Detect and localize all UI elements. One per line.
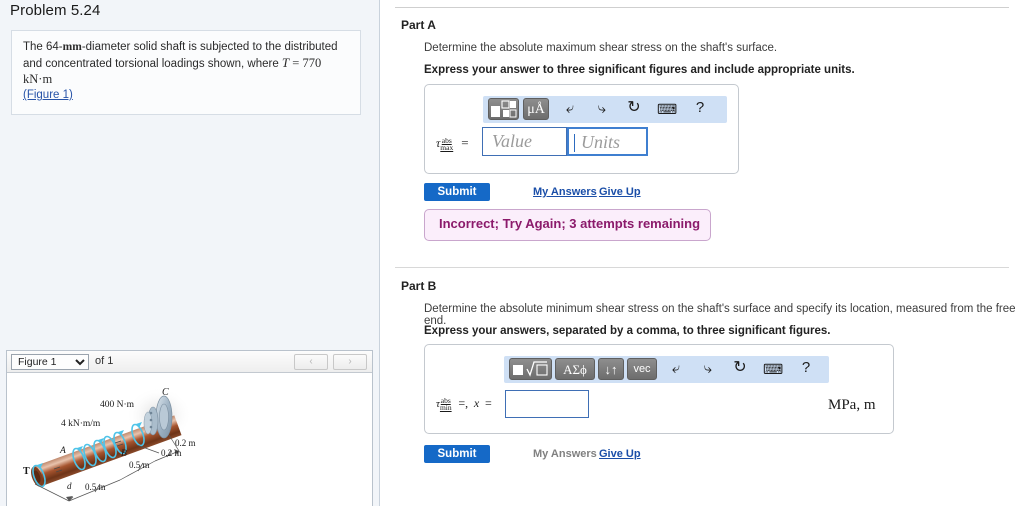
label-dim-02a: 0.2 m — [175, 438, 196, 448]
equals-sign: = — [461, 135, 469, 150]
figure-panel: Figure 1 of 1 ‹ › 400 N·m 4 kN·m/m C A B… — [6, 350, 373, 506]
undo-icon[interactable]: ⤶ — [667, 360, 685, 378]
figure-next-button[interactable]: › — [333, 354, 367, 370]
chevron-left-icon: ‹ — [309, 356, 313, 367]
left-panel: Problem 5.24 The 64-mm-diameter solid sh… — [0, 0, 380, 506]
problem-text-mm: mm — [62, 41, 82, 53]
part-b-label: Part B — [401, 279, 437, 293]
label-dim-05a: 0.5 m — [129, 460, 150, 470]
page-title: Problem 5.24 — [10, 2, 101, 19]
arrows-icon[interactable]: ↓↑ — [598, 358, 624, 380]
part-b-answer-box: ΑΣϕ ↓↑ vec ⤶ ⤷ ↻ ⌨ ? τabs min =, x = MPa… — [424, 344, 894, 434]
problem-text-part1: The 64- — [23, 41, 63, 53]
units-icon[interactable]: μÅ — [523, 98, 549, 120]
label-point-C: C — [162, 387, 169, 398]
figure-toolbar: Figure 1 of 1 ‹ › — [7, 351, 372, 373]
keyboard-icon[interactable]: ⌨ — [657, 100, 677, 118]
figure-canvas: 400 N·m 4 kN·m/m C A B d T 0.2 m 0.2 m 0… — [7, 373, 372, 506]
greek-icon[interactable]: ΑΣϕ — [555, 358, 595, 380]
part-b-give-up-link[interactable]: Give Up — [599, 448, 641, 460]
equals-comma: =, — [458, 396, 469, 410]
label-torque-400: 400 N·m — [100, 400, 135, 410]
problem-statement-box: The 64-mm-diameter solid shaft is subjec… — [11, 30, 361, 115]
chevron-right-icon: › — [348, 356, 352, 367]
text-caret — [574, 134, 575, 152]
value-placeholder: Value — [492, 131, 532, 151]
part-a-label: Part A — [401, 18, 436, 32]
right-panel: Part A Determine the absolute maximum sh… — [381, 0, 1024, 506]
part-a-my-answers-link[interactable]: My Answers — [533, 186, 597, 198]
label-dim-05b: 0.5 m — [85, 482, 106, 492]
figure-select[interactable]: Figure 1 — [11, 354, 89, 370]
label-point-B: B — [121, 449, 127, 459]
redo-icon[interactable]: ⤷ — [699, 360, 717, 378]
part-b-answer-input[interactable] — [505, 390, 589, 418]
part-a-instruction: Express your answer to three significant… — [424, 64, 855, 76]
part-b-question: Determine the absolute minimum shear str… — [424, 303, 1016, 327]
redo-icon[interactable]: ⤷ — [593, 100, 611, 118]
part-b-submit-button[interactable]: Submit — [424, 445, 490, 463]
part-a-tau-label: τabs max = — [436, 135, 469, 152]
tau-sub-bottom: max — [440, 143, 454, 153]
problem-statement-text: The 64-mm-diameter solid shaft is subjec… — [23, 40, 349, 103]
undo-icon[interactable]: ⤶ — [561, 100, 579, 118]
label-distributed-load: 4 kN·m/m — [61, 419, 101, 429]
part-b-my-answers-link: My Answers — [533, 448, 597, 460]
template-icon[interactable] — [488, 98, 519, 120]
part-a-answer-box: μÅ ⤶ ⤷ ↻ ⌨ ? τabs max = Value Units — [424, 84, 739, 174]
part-a-math-toolbar: μÅ ⤶ ⤷ ↻ ⌨ ? — [483, 96, 727, 123]
label-point-A: A — [59, 446, 66, 456]
help-icon[interactable]: ? — [693, 99, 707, 117]
figure-prev-button[interactable]: ‹ — [294, 354, 328, 370]
top-divider — [395, 7, 1009, 8]
part-a-value-input[interactable]: Value — [482, 127, 567, 156]
keyboard-icon[interactable]: ⌨ — [763, 360, 783, 378]
part-b-units-label: MPa, m — [828, 397, 876, 413]
label-torque-T: T — [23, 466, 30, 477]
reset-icon[interactable]: ↻ — [731, 359, 749, 377]
tau-sub-bottom: min — [439, 403, 452, 413]
vector-icon[interactable]: vec — [627, 358, 657, 380]
part-a-give-up-link[interactable]: Give Up — [599, 186, 641, 198]
reset-icon[interactable]: ↻ — [625, 99, 643, 117]
part-b-instruction: Express your answers, separated by a com… — [424, 325, 831, 337]
part-a-feedback-banner: Incorrect; Try Again; 3 attempts remaini… — [424, 209, 711, 241]
label-dim-02b: 0.2 m — [161, 448, 182, 458]
x-symbol: x — [473, 396, 480, 410]
problem-page: Problem 5.24 The 64-mm-diameter solid sh… — [0, 0, 1024, 506]
equals-sign: = — [484, 396, 492, 410]
sqrt-template-icon[interactable] — [509, 358, 552, 380]
part-a-question: Determine the absolute maximum shear str… — [424, 42, 778, 54]
figure-count-label: of 1 — [95, 355, 114, 367]
figure-1-link[interactable]: (Figure 1) — [23, 89, 73, 101]
shaft-diagram: 400 N·m 4 kN·m/m C A B d T 0.2 m 0.2 m 0… — [23, 387, 196, 502]
part-b-math-toolbar: ΑΣϕ ↓↑ vec ⤶ ⤷ ↻ ⌨ ? — [504, 356, 829, 383]
label-diameter-d: d — [67, 481, 72, 491]
units-placeholder: Units — [581, 132, 621, 152]
part-a-submit-button[interactable]: Submit — [424, 183, 490, 201]
part-a-units-input[interactable]: Units — [567, 127, 648, 156]
help-icon[interactable]: ? — [799, 359, 813, 377]
part-b-tau-label: τabs min =, x = — [436, 396, 492, 412]
part-divider — [395, 267, 1009, 268]
